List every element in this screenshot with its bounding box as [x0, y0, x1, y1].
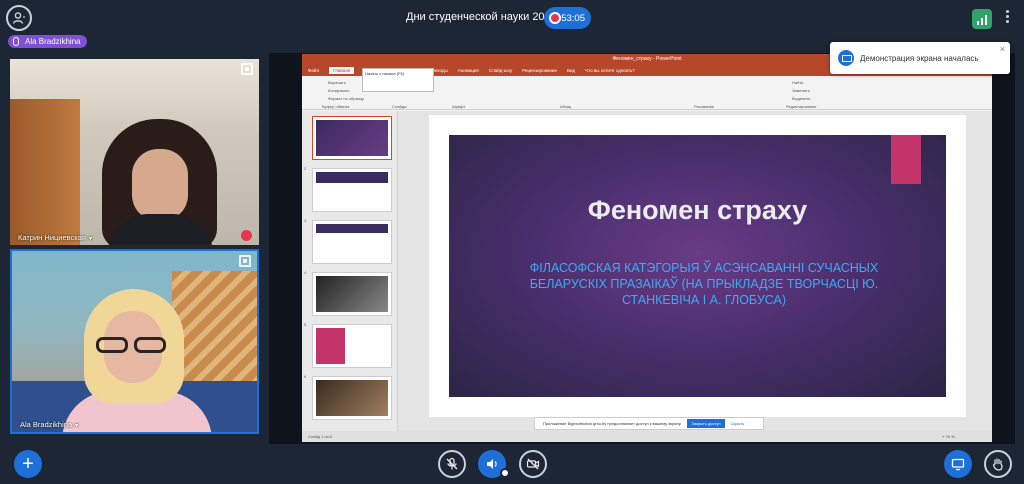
toast-message: Демонстрация экрана началась — [860, 53, 979, 63]
close-icon[interactable]: × — [1000, 44, 1005, 54]
dot-icon — [1006, 20, 1009, 23]
ppt-tab[interactable]: Рецензирование — [522, 68, 557, 73]
thumbnail-number: 4 — [304, 270, 307, 275]
screen-share-area: Феномен_страху - PowerPoint Файл Главная… — [269, 53, 1015, 444]
ribbon-item[interactable]: Копировать — [328, 88, 350, 93]
stop-sharing-button[interactable]: Закрыть доступ — [687, 419, 725, 428]
talking-indicator[interactable]: Ala Bradzikhina — [8, 35, 87, 48]
ribbon-item[interactable]: Заменить — [792, 88, 810, 93]
slide-subtitle: ФІЛАСОФСКАЯ КАТЭГОРЫЯ Ў АСЭНСАВАННІ СУЧА… — [529, 261, 879, 307]
recording-timer: 53:05 — [561, 12, 585, 24]
slide-ribbon-decoration — [891, 135, 921, 184]
video-stairs — [172, 271, 257, 391]
user-list-button[interactable] — [6, 5, 32, 31]
ppt-status-bar: Слайд 1 из 9 + 76 % — [302, 431, 992, 442]
slide-thumbnail[interactable] — [312, 116, 392, 160]
mute-button[interactable] — [438, 450, 466, 478]
participant-face — [132, 149, 188, 221]
zoom-level[interactable]: + 76 % — [942, 434, 955, 439]
ppt-tab[interactable]: Слайд-шоу — [489, 68, 512, 73]
slide-thumbnail[interactable] — [312, 272, 392, 316]
actions-button[interactable]: + — [14, 450, 42, 478]
raise-hand-button[interactable] — [984, 450, 1012, 478]
camera-button[interactable] — [519, 450, 547, 478]
ribbon-group: Буфер обмена — [322, 104, 350, 109]
ribbon-item[interactable]: Выделить — [792, 96, 810, 101]
fullscreen-icon[interactable] — [239, 255, 251, 267]
video-tile[interactable]: Катрин Нициевская ▾ — [10, 59, 259, 245]
ribbon-item[interactable]: Формат по образцу — [328, 96, 364, 101]
ppt-search[interactable]: Что вы хотите сделать? — [585, 68, 635, 73]
plus-icon: + — [22, 453, 34, 475]
ppt-tab[interactable]: Вид — [567, 68, 575, 73]
hand-icon — [992, 458, 1003, 471]
ribbon-group: Рисование — [694, 104, 715, 109]
powerpoint-window: Феномен_страху - PowerPoint Файл Главная… — [302, 54, 992, 442]
slide-counter: Слайд 1 из 9 — [308, 434, 332, 439]
screen-share-icon — [951, 458, 965, 471]
share-notification-text: Приложение Bigbluebutton.grsu.by предост… — [543, 421, 682, 426]
slide-thumbnail[interactable] — [312, 220, 392, 264]
thumbnail-number: 5 — [304, 322, 307, 327]
signal-bar — [981, 18, 983, 25]
video-door — [10, 99, 80, 245]
ribbon-group: Слайды — [392, 104, 407, 109]
audio-status-dot — [500, 468, 510, 478]
muted-icon — [241, 230, 252, 241]
recording-indicator[interactable]: 53:05 — [544, 7, 591, 29]
meeting-title: Дни студенческой науки 2022 — [406, 11, 557, 23]
slide-title: Феномен страху — [587, 195, 808, 225]
participant-name[interactable]: Ala Bradzikhina ▾ — [20, 420, 78, 429]
top-bar: Дни студенческой науки 2022 53:05 — [0, 0, 1024, 36]
dot-icon — [1006, 10, 1009, 13]
thumbnail-number: 6 — [304, 374, 307, 379]
record-icon — [549, 12, 561, 24]
slide-thumbnail[interactable] — [312, 324, 392, 368]
ppt-tab[interactable]: Главная — [329, 67, 355, 74]
talking-name: Ala Bradzikhina — [25, 37, 81, 46]
screen-share-toast: Демонстрация экрана началась × — [830, 42, 1010, 74]
slide-background: Феномен страху ФІЛАСОФСКАЯ КАТЭГОРЫЯ Ў А… — [449, 135, 946, 397]
screen-share-icon — [838, 50, 854, 66]
ribbon-item[interactable]: Найти — [792, 80, 803, 85]
more-options-button[interactable] — [1006, 10, 1009, 23]
ribbon-group: Редактирование — [786, 104, 817, 109]
mic-icon — [13, 37, 19, 46]
person-icon — [12, 12, 25, 24]
slide-thumbnail[interactable] — [312, 168, 392, 212]
participant-name[interactable]: Катрин Нициевская ▾ — [18, 233, 92, 242]
hide-button[interactable]: Скрыть — [731, 421, 745, 426]
dot-icon — [1006, 15, 1009, 18]
fullscreen-icon[interactable] — [241, 63, 253, 75]
camera-off-icon — [526, 458, 540, 470]
mic-muted-icon — [446, 457, 458, 470]
screen-share-button[interactable] — [944, 450, 972, 478]
glasses — [96, 337, 170, 353]
ribbon-item[interactable]: Вырезать — [328, 80, 346, 85]
ppt-tab[interactable]: Файл — [308, 68, 319, 73]
slide-thumbnail[interactable] — [312, 376, 392, 420]
ppt-tab[interactable]: Анимация — [458, 68, 479, 73]
connection-status-button[interactable] — [972, 9, 992, 29]
signal-bar — [977, 21, 979, 25]
video-tile[interactable]: Ala Bradzikhina ▾ — [10, 249, 259, 434]
slide-canvas: Феномен страху ФІЛАСОФСКАЯ КАТЭГОРЫЯ Ў А… — [398, 111, 992, 431]
signal-bar — [985, 15, 987, 25]
current-slide[interactable]: Феномен страху ФІЛАСОФСКАЯ КАТЭГОРЫЯ Ў А… — [429, 115, 966, 417]
thumbnail-number: 3 — [304, 218, 307, 223]
share-notification-bar: Приложение Bigbluebutton.grsu.by предост… — [534, 417, 764, 430]
ribbon-group: Шрифт — [452, 104, 466, 109]
slide-thumbnails: 2 3 4 5 6 — [302, 111, 398, 431]
ribbon-group: Абзац — [560, 104, 572, 109]
speaker-icon — [487, 459, 497, 469]
ppt-tooltip: Начать с начала (F5) — [362, 68, 434, 92]
thumbnail-number: 2 — [304, 166, 307, 171]
